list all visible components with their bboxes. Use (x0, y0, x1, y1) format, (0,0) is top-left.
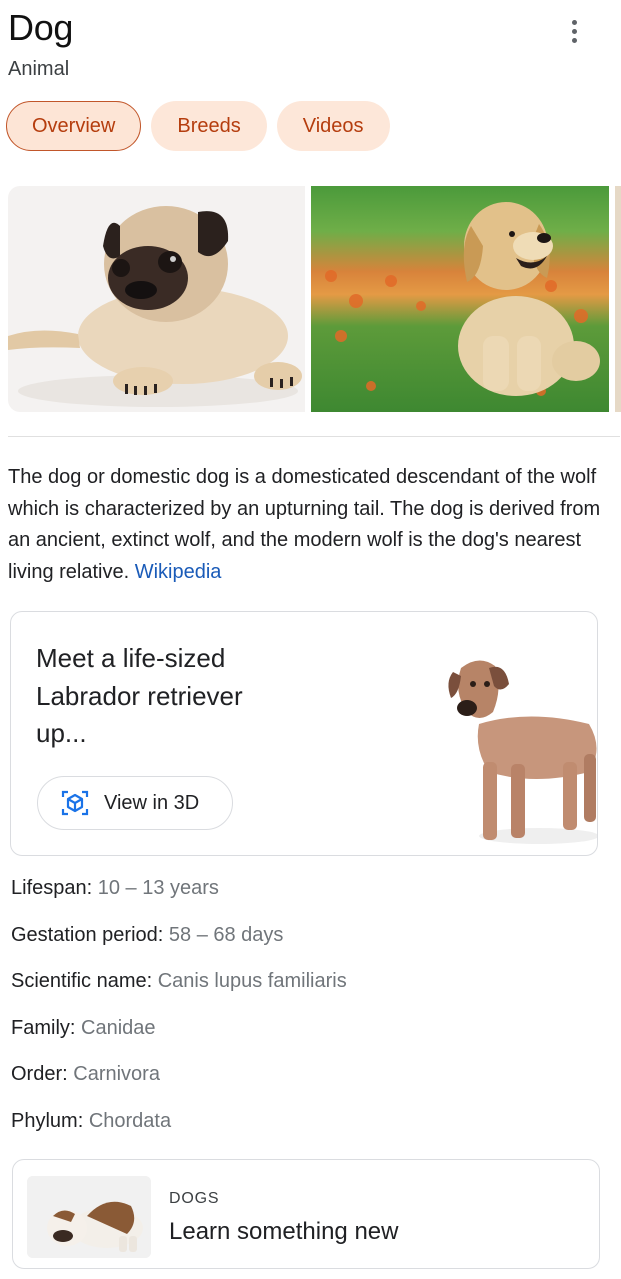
cube-3d-icon (61, 790, 89, 816)
golden-retriever-illustration (325, 202, 600, 396)
fact-value[interactable]: Carnivora (73, 1063, 160, 1085)
pug-illustration (8, 206, 302, 407)
fact-phylum: Phylum: Chordata (11, 1105, 611, 1152)
knowledge-panel-header: Dog Animal (8, 8, 613, 88)
learn-something-new-card[interactable]: DOGS Learn something new (12, 1159, 600, 1269)
fact-value[interactable]: 58 – 68 days (169, 924, 284, 946)
fact-label: Family: (11, 1016, 76, 1039)
wikipedia-link[interactable]: Wikipedia (135, 561, 222, 583)
image-carousel[interactable] (8, 186, 621, 412)
view-in-3d-card[interactable]: Meet a life-sized Labrador retriever up.… (10, 611, 598, 856)
facts-list: Lifespan: 10 – 13 years Gestation period… (11, 872, 611, 1152)
fact-family: Family: Canidae (11, 1012, 611, 1059)
related-card-title: Learn something new (169, 1218, 399, 1245)
section-divider (8, 436, 620, 437)
fact-value[interactable]: 10 – 13 years (98, 877, 219, 899)
tab-breeds[interactable]: Breeds (151, 101, 267, 151)
fact-value[interactable]: Chordata (89, 1110, 171, 1132)
bulldog-illustration (27, 1176, 151, 1258)
next-image-peek[interactable] (615, 186, 621, 412)
page-subtitle: Animal (8, 58, 70, 80)
golden-retriever-image[interactable] (311, 186, 609, 412)
fact-label: Order: (11, 1063, 68, 1086)
tab-videos[interactable]: Videos (276, 101, 390, 151)
description: The dog or domestic dog is a domesticate… (8, 462, 608, 588)
fact-label: Gestation period: (11, 923, 164, 946)
view-in-3d-label: View in 3D (104, 791, 200, 814)
labrador-3d-model (448, 660, 597, 844)
fact-value[interactable]: Canidae (81, 1017, 156, 1039)
tab-bar: Overview Breeds Videos (6, 101, 390, 151)
fact-scientific-name: Scientific name: Canis lupus familiaris (11, 965, 611, 1012)
pug-image[interactable] (8, 186, 305, 412)
tab-overview[interactable]: Overview (6, 101, 142, 151)
fact-value[interactable]: Canis lupus familiaris (158, 970, 347, 992)
fact-label: Scientific name: (11, 970, 153, 993)
more-vert-icon[interactable] (561, 14, 587, 48)
fact-gestation-period: Gestation period: 58 – 68 days (11, 919, 611, 966)
fact-label: Lifespan: (11, 877, 93, 899)
related-card-kicker: DOGS (169, 1190, 220, 1207)
bulldog-thumbnail (27, 1176, 151, 1258)
description-text: The dog or domestic dog is a domesticate… (8, 466, 601, 583)
fact-label: Phylum: (11, 1109, 84, 1132)
view-in-3d-button[interactable]: View in 3D (37, 776, 233, 830)
fact-order: Order: Carnivora (11, 1058, 611, 1105)
view-in-3d-title: Meet a life-sized Labrador retriever up.… (36, 643, 243, 748)
page-title: Dog (8, 7, 74, 48)
fact-lifespan: Lifespan: 10 – 13 years (11, 872, 611, 919)
